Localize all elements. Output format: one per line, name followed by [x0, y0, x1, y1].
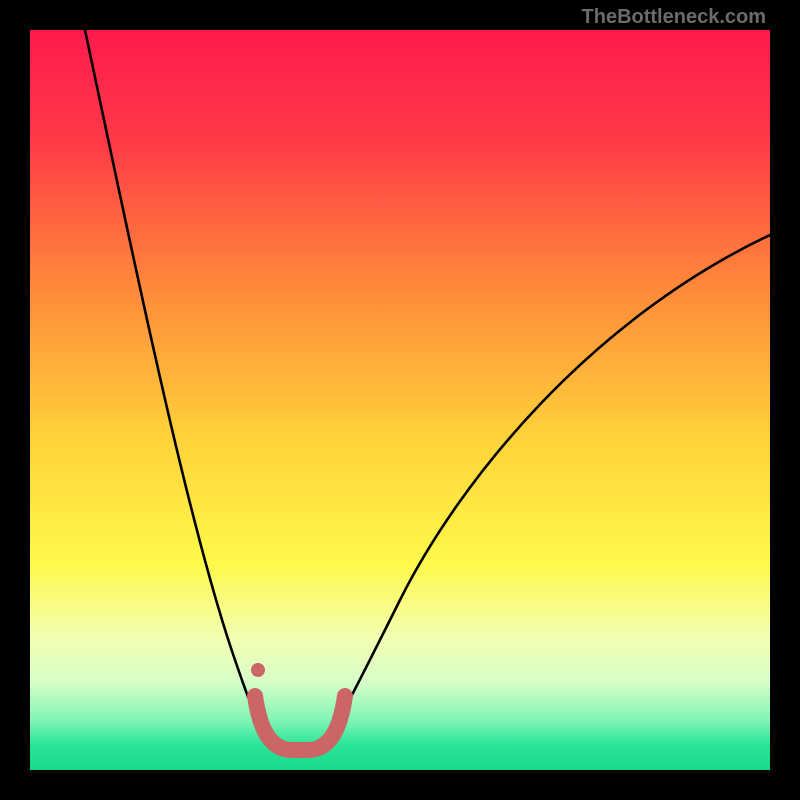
dot [251, 663, 265, 677]
left-curve [85, 30, 266, 737]
right-curve [328, 235, 770, 737]
watermark-text: TheBottleneck.com [582, 6, 766, 29]
plot-frame [30, 30, 770, 770]
curve-layer [30, 30, 770, 770]
bottom-u-shape [255, 696, 345, 750]
